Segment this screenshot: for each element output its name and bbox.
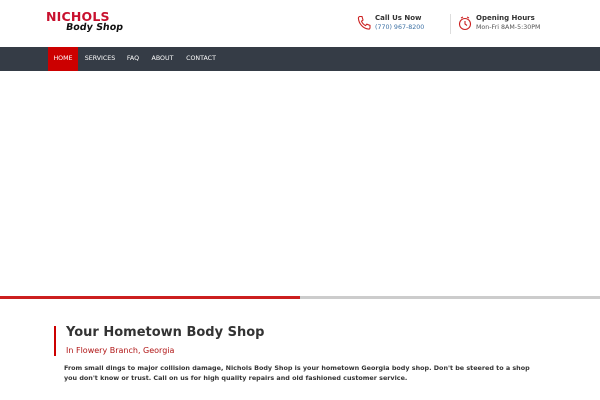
header-divider [450,14,451,34]
clock-icon [458,15,472,31]
call-us-block: Call Us Now (770) 967-8200 [357,14,447,36]
nav-services[interactable]: SERVICES [80,47,120,71]
intro-accent-bar [54,326,56,356]
opening-hours-block: Opening Hours Mon-Fri 8AM-5:30PM [458,14,558,36]
nav-contact[interactable]: CONTACT [182,47,220,71]
phone-number-link[interactable]: (770) 967-8200 [375,24,424,31]
slider-progress-bar [0,296,600,299]
intro-body-text: From small dings to major collision dama… [64,364,530,382]
logo-line-2: Body Shop [65,22,124,33]
nav-about[interactable]: ABOUT [147,47,178,71]
slider-progress-fill [0,296,300,299]
intro-title: Your Hometown Body Shop [66,325,265,340]
hero-slider [0,71,600,296]
intro-subtitle: In Flowery Branch, Georgia [66,346,175,355]
opening-hours-label: Opening Hours [476,14,535,22]
site-header: NICHOLS Body Shop Call Us Now (770) 967-… [0,0,600,47]
main-nav: HOME SERVICES FAQ ABOUT CONTACT [0,47,600,71]
call-us-label: Call Us Now [375,14,422,22]
phone-icon [357,15,371,31]
nav-faq[interactable]: FAQ [122,47,144,71]
opening-hours-value: Mon-Fri 8AM-5:30PM [476,24,541,31]
nichols-logo[interactable]: NICHOLS Body Shop [46,10,124,35]
nav-home[interactable]: HOME [48,47,78,71]
